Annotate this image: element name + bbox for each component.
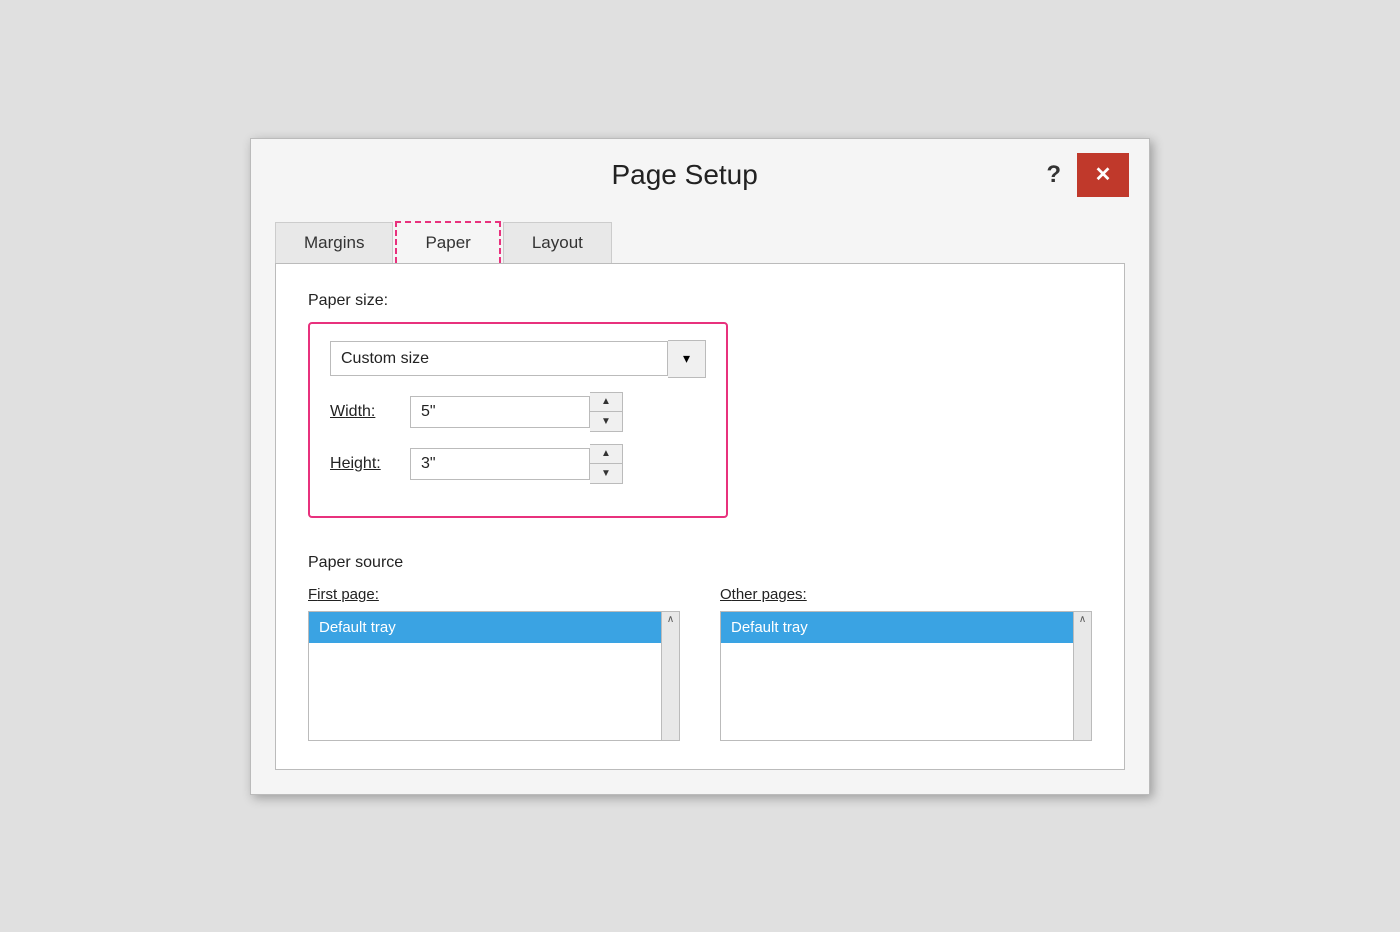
tab-paper[interactable]: Paper: [395, 221, 500, 263]
tab-paper-label: Paper: [425, 233, 470, 252]
width-spin-up[interactable]: ▲: [590, 393, 622, 412]
dropdown-arrow-button[interactable]: ▾: [668, 340, 706, 378]
other-pages-scroll-up-icon[interactable]: ∧: [1079, 614, 1086, 625]
other-pages-scrollbar[interactable]: ∧: [1073, 612, 1091, 740]
height-spin-down[interactable]: ▼: [590, 464, 622, 483]
paper-size-box: Custom size Letter Legal A4 A5 ▾ Width:: [308, 322, 728, 518]
other-pages-item-default[interactable]: Default tray: [721, 612, 1091, 643]
paper-source-section: Paper source First page: Default tray ∧: [308, 554, 1092, 741]
tab-layout[interactable]: Layout: [503, 222, 612, 263]
other-pages-label: Other pages:: [720, 586, 1092, 603]
first-page-item-default[interactable]: Default tray: [309, 612, 679, 643]
paper-size-dropdown-row: Custom size Letter Legal A4 A5 ▾: [330, 340, 706, 378]
dialog-body: Margins Paper Layout Paper size: Custom …: [251, 211, 1149, 794]
dropdown-arrow-icon: ▾: [683, 350, 690, 367]
first-page-scroll-up-icon[interactable]: ∧: [667, 614, 674, 625]
paper-size-select[interactable]: Custom size Letter Legal A4 A5: [330, 341, 668, 376]
width-spin-group: ▲ ▼: [590, 392, 623, 432]
height-spin-group: ▲ ▼: [590, 444, 623, 484]
other-pages-label-underline: O: [720, 586, 732, 603]
height-spin-up-icon: ▲: [601, 448, 611, 459]
tab-content-paper: Paper size: Custom size Letter Legal A4 …: [275, 264, 1125, 770]
width-row: Width: ▲ ▼: [330, 392, 706, 432]
paper-size-label: Paper size:: [308, 292, 1092, 310]
other-pages-col: Other pages: Default tray ∧: [720, 586, 1092, 741]
width-spin-down-icon: ▼: [601, 416, 611, 427]
first-page-label-underline: F: [308, 586, 317, 603]
height-label-underline: H: [330, 455, 342, 472]
width-input-wrap: ▲ ▼: [410, 392, 623, 432]
height-input[interactable]: [410, 448, 590, 480]
width-label-underline: W: [330, 403, 345, 420]
height-spin-down-icon: ▼: [601, 468, 611, 479]
tabs-container: Margins Paper Layout: [275, 221, 1125, 264]
title-bar-controls: ? ✕: [1038, 153, 1129, 197]
first-page-col: First page: Default tray ∧: [308, 586, 680, 741]
tab-margins-label: Margins: [304, 233, 364, 252]
width-input[interactable]: [410, 396, 590, 428]
close-button[interactable]: ✕: [1077, 153, 1129, 197]
tab-layout-label: Layout: [532, 233, 583, 252]
other-pages-listbox[interactable]: Default tray ∧: [720, 611, 1092, 741]
help-button[interactable]: ?: [1038, 159, 1069, 191]
height-input-wrap: ▲ ▼: [410, 444, 623, 484]
tab-margins[interactable]: Margins: [275, 222, 393, 263]
dialog-title: Page Setup: [331, 159, 1038, 191]
first-page-scrollbar[interactable]: ∧: [661, 612, 679, 740]
paper-source-title: Paper source: [308, 554, 1092, 572]
page-setup-dialog: Page Setup ? ✕ Margins Paper Layout Pape…: [250, 138, 1150, 795]
width-spin-down[interactable]: ▼: [590, 412, 622, 431]
height-label: Height:: [330, 455, 410, 473]
height-spin-up[interactable]: ▲: [590, 445, 622, 464]
title-bar: Page Setup ? ✕: [251, 139, 1149, 211]
width-label: Width:: [330, 403, 410, 421]
height-row: Height: ▲ ▼: [330, 444, 706, 484]
first-page-listbox[interactable]: Default tray ∧: [308, 611, 680, 741]
first-page-label: First page:: [308, 586, 680, 603]
source-columns: First page: Default tray ∧ Other pages:: [308, 586, 1092, 741]
width-spin-up-icon: ▲: [601, 396, 611, 407]
